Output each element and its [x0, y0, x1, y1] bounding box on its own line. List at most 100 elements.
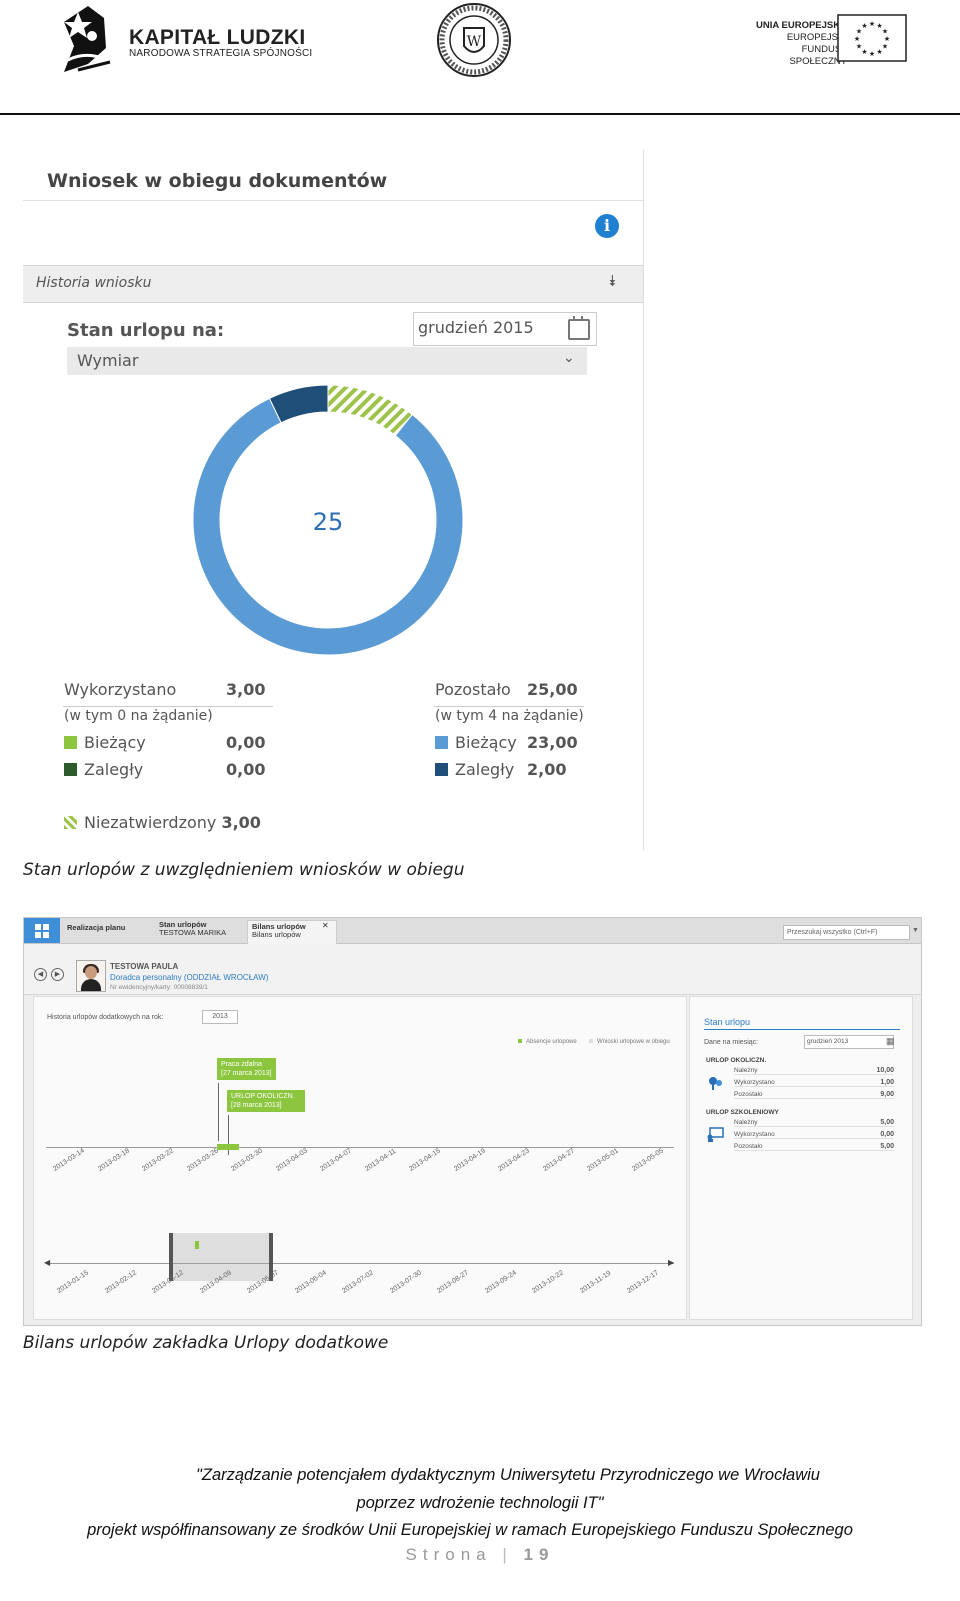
balance-row: Należny 5,00: [734, 1119, 894, 1127]
calendar-small-icon[interactable]: ▦: [886, 1036, 895, 1047]
timeline-date-label: 2013-04-11: [363, 1147, 397, 1173]
forward-icon[interactable]: ▶: [51, 968, 64, 981]
tab-bar: Realizacja planu Stan urlopów TESTOWA MA…: [24, 918, 921, 946]
event1-title: Praca zdalna: [221, 1061, 262, 1068]
flowers-icon: [706, 1075, 726, 1091]
month-picker-small[interactable]: grudzień 2013: [804, 1035, 894, 1049]
scroll-left-icon[interactable]: ◀: [44, 1258, 50, 1267]
calendar-icon[interactable]: [568, 316, 590, 340]
university-seal: W: [437, 3, 511, 77]
event-remote-work[interactable]: Praca zdalna [27 marca 2013]: [217, 1058, 276, 1080]
event-urlop-okoliczn[interactable]: URLOP OKOLICZN. [28 marca 2013]: [227, 1090, 305, 1112]
employee-id: Nr ewidencyjny/karty: 00008839/1: [110, 984, 208, 991]
employee-role[interactable]: Doradca personalny (ODDZIAŁ WROCŁAW): [110, 973, 268, 982]
footer-line2: poprzez wdrożenie technologii IT": [356, 1494, 604, 1512]
timeline-date-label: 2013-11-19: [578, 1269, 612, 1295]
timeline-date-label: 2013-03-22: [141, 1147, 175, 1173]
history-label: Historia wniosku: [36, 275, 152, 291]
timeline-date-label: 2013-10-22: [531, 1269, 565, 1295]
legend-absence-label: Absencje urlopowe: [526, 1039, 577, 1045]
timeline-date-label: 2013-12-17: [626, 1269, 660, 1295]
search-input[interactable]: Przeszukaj wszystko (Ctrl+F): [783, 925, 910, 940]
left-note: (w tym 4 na żądanie): [435, 708, 584, 724]
donut-slice-2[interactable]: [268, 384, 329, 424]
left-row: Pozostało 25,00: [435, 680, 585, 699]
leave-donut-chart: 25: [192, 384, 464, 656]
balance-row: Wykorzystano 1,00: [734, 1079, 894, 1087]
balance-row-label: Należny: [734, 1067, 758, 1074]
balance-row-value: 5,00: [880, 1119, 894, 1126]
balance-row-value: 10,00: [876, 1067, 894, 1074]
tab-realizacja[interactable]: Realizacja planu: [67, 924, 125, 932]
stan-label: Stan urlopu na:: [67, 320, 225, 341]
double-chevron-down-icon[interactable]: ⯯: [608, 272, 617, 290]
left-overdue-value: 2,00: [527, 760, 567, 779]
timeline-date-label: 2013-04-03: [274, 1147, 309, 1173]
search-dropdown-icon[interactable]: ▼: [912, 927, 919, 934]
tab-stan-urlopow[interactable]: Stan urlopów TESTOWA MARIKA: [159, 921, 226, 937]
timeline-date-label: 2013-03-12: [151, 1269, 185, 1295]
timeline-date-label: 2013-04-19: [452, 1147, 487, 1173]
kapital-ludzki-logo: [64, 6, 111, 72]
leave-status-widget: Wniosek w obiegu dokumentów i Historia w…: [23, 150, 644, 850]
ue-line3: FUNDUSZ SPOŁECZNY: [789, 44, 847, 67]
timeline-date-label: 2013-06-04: [293, 1269, 328, 1295]
tab-bilans-sublabel: Bilans urlopów: [252, 930, 301, 939]
left-overdue-row: Zaległy 2,00: [435, 760, 585, 779]
caption-1: Stan urlopów z uwzględnieniem wniosków w…: [23, 860, 465, 880]
timeline-panel: Historia urlopów dodatkowych na rok: 201…: [33, 996, 687, 1320]
kl-subtitle: NARODOWA STRATEGIA SPÓJNOŚCI: [129, 48, 313, 59]
left-current-label: Bieżący: [455, 733, 517, 752]
timeline-date-label: 2013-01-15: [56, 1269, 90, 1295]
employee-name: TESTOWA PAULA: [110, 962, 179, 971]
year-input[interactable]: 2013: [202, 1010, 238, 1024]
timeline-date-label: 2013-03-30: [230, 1147, 264, 1173]
used-value: 3,00: [226, 680, 266, 699]
wymiar-label: Wymiar: [77, 351, 139, 370]
grid-menu-icon[interactable]: [24, 918, 60, 943]
page-separator: |: [502, 1545, 513, 1564]
event2-title: URLOP OKOLICZN.: [231, 1093, 295, 1100]
donut-slice-3[interactable]: [327, 384, 413, 437]
history-accordion[interactable]: Historia wniosku ⯯: [23, 265, 643, 303]
tab-realizacja-label: Realizacja planu: [67, 923, 126, 932]
header-rule: [0, 113, 960, 115]
used-overdue-label: Zaległy: [84, 760, 144, 779]
left-value: 25,00: [527, 680, 578, 699]
svg-text:★: ★: [861, 48, 867, 56]
timeline-event-bar: [217, 1144, 239, 1150]
ue-text: UNIA EUROPEJSKA EUROPEJSKI FUNDUSZ SPOŁE…: [747, 20, 847, 68]
event2-date: [28 marca 2013]: [231, 1102, 282, 1109]
donut-center-value: 25: [313, 508, 344, 536]
balance-row: Wykorzystano 0,00: [734, 1131, 894, 1139]
sec2-title: URLOP SZKOLENIOWY: [706, 1109, 779, 1116]
swatch-current-left: [435, 736, 448, 749]
svg-text:★: ★: [856, 43, 862, 51]
balance-row-value: 0,00: [880, 1131, 894, 1138]
used-current-row: Bieżący 0,00: [64, 733, 274, 752]
month-picker[interactable]: grudzień 2015: [413, 312, 597, 346]
timeline-date-label: 2013-04-15: [408, 1147, 442, 1173]
timeline-date-label: 2013-02-12: [103, 1269, 138, 1295]
wymiar-select[interactable]: Wymiar ⌄: [67, 347, 587, 375]
scroll-right-icon[interactable]: ▶: [668, 1258, 674, 1267]
svg-text:W: W: [467, 34, 482, 50]
tab-bilans-urlopow[interactable]: Bilans urlopów Bilans urlopów ✕: [247, 920, 337, 946]
back-icon[interactable]: ◀: [34, 968, 47, 981]
timeline-date-label: 2013-07-02: [341, 1269, 375, 1295]
event1-marker: [218, 1083, 219, 1141]
close-tab-icon[interactable]: ✕: [322, 922, 329, 930]
swatch-unapproved: [64, 816, 77, 829]
timeline-axis: [46, 1147, 674, 1148]
unapproved-row: Niezatwierdzony 3,00: [64, 813, 261, 832]
svg-text:★: ★: [869, 20, 875, 28]
event1-date: [27 marca 2013]: [221, 1070, 272, 1077]
tab-stan-sublabel: TESTOWA MARIKA: [159, 928, 227, 937]
divider: [23, 200, 643, 201]
info-icon[interactable]: i: [595, 214, 619, 238]
ue-line2: EUROPEJSKI: [786, 32, 847, 43]
left-current-value: 23,00: [527, 733, 578, 752]
left-overdue-label: Zaległy: [455, 760, 515, 779]
caption-2: Bilans urlopów zakładka Urlopy dodatkowe: [23, 1333, 389, 1353]
unapproved-value: 3,00: [221, 813, 261, 832]
